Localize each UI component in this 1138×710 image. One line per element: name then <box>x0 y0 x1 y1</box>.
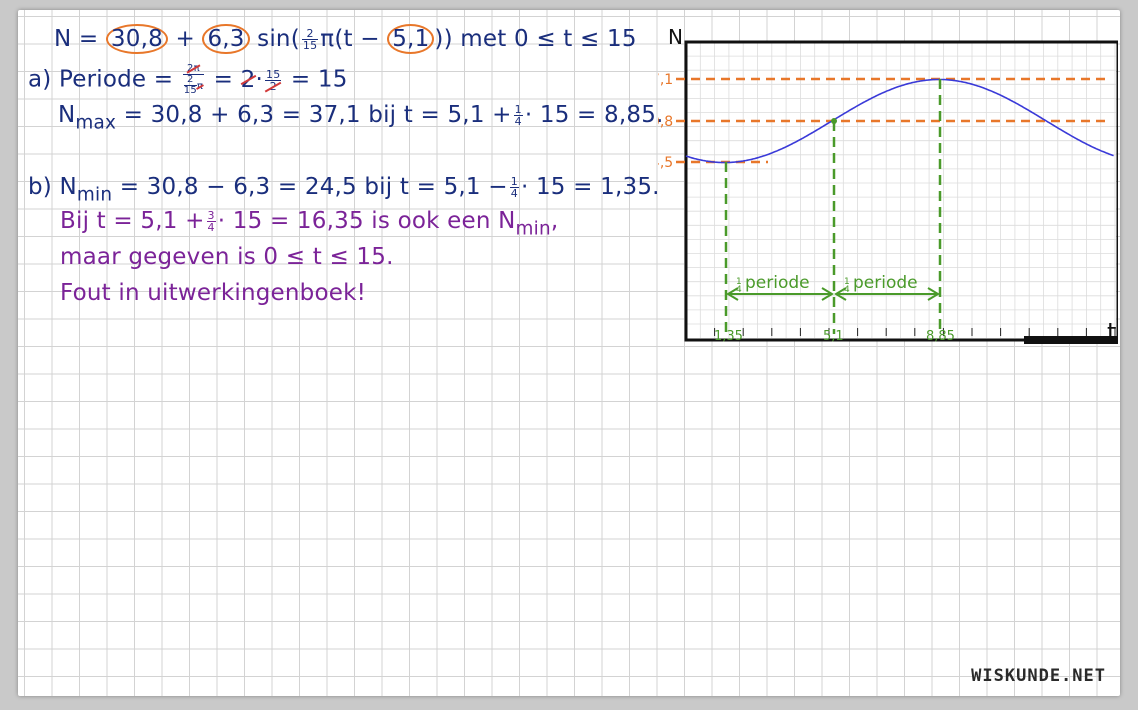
formula-met: met <box>460 26 507 52</box>
note-1-comma: , <box>550 208 559 234</box>
y-label-max: 37,1 <box>658 72 673 88</box>
frame-bottom-bar <box>1024 336 1118 344</box>
x-label-mid: 5,1 <box>823 329 844 344</box>
formula-pi-t: π(t − <box>320 26 380 52</box>
note-line-3: Fout in uitwerkingenboek! <box>60 280 367 306</box>
formula-domain: 0 ≤ t ≤ 15 <box>513 26 637 52</box>
note-line-1: Bij t = 5,1 +3 4 · 15 = 16,35 is ook een N… <box>60 208 558 239</box>
part-b-nmin-line: b) Nmin = 30,8 − 6,3 = 24,5 bij t = 5,1 … <box>28 174 660 205</box>
graph-svg: N t 37,1 30,8 24,5 <box>658 25 1118 346</box>
part-b-label: b) <box>28 174 52 200</box>
x-label-max: 8,85 <box>926 329 955 344</box>
formula-line: N = 30,8 + 6,3 sin(2 15 π(t − 5,1)) met 0 … <box>54 24 637 54</box>
nmin-tail: · 15 = 1,35. <box>520 174 660 200</box>
three-quarter-fraction: 34 <box>206 209 216 234</box>
formula-sin: sin( <box>257 26 300 52</box>
nmax-symbol: N <box>58 102 76 128</box>
quarter-fraction: 14 <box>513 103 523 128</box>
graph-fine-grid <box>686 42 1116 340</box>
period-fraction-2: 15 2 <box>265 67 282 93</box>
y-label-min: 24,5 <box>658 155 673 171</box>
note-1-sub: min <box>515 218 551 240</box>
period-frac-den-2: 4 <box>844 285 850 295</box>
formula-lhs: N = <box>54 26 99 52</box>
formula-a: 30,8 <box>105 24 168 54</box>
x-label-min: 1,35 <box>714 329 743 344</box>
period-result: = 15 <box>290 66 348 93</box>
y-axis-label: N <box>668 25 683 49</box>
formula-b: 6,3 <box>202 24 250 54</box>
formula-d: 5,1 <box>387 24 435 54</box>
x-axis-label: t <box>1107 318 1116 346</box>
period-label-2: periode <box>853 273 918 293</box>
sine-graph: N t 37,1 30,8 24,5 <box>658 18 1118 348</box>
note-1-end: · 15 = 16,35 is ook een N <box>217 208 516 234</box>
watermark: WISKUNDE.NET <box>971 666 1106 686</box>
nmax-tail: · 15 = 8,85. <box>524 102 664 128</box>
part-a-period-line: a) Periode = 2π 2 15 π = 2· 15 2 = 15 <box>28 64 348 96</box>
formula-fraction: 2 15 <box>301 27 319 52</box>
formula-close: )) <box>434 26 453 52</box>
part-a-label: a) <box>28 66 52 93</box>
note-line-2: maar gegeven is 0 ≤ t ≤ 15. <box>60 244 394 270</box>
period-eq: = <box>213 66 234 93</box>
nmax-calc: = 30,8 + 6,3 = 37,1 bij t = 5,1 + <box>123 102 512 128</box>
nmin-symbol: N <box>59 174 77 200</box>
midpoint-dot <box>831 118 837 124</box>
note-1-start: Bij t = 5,1 + <box>60 208 205 234</box>
y-label-mid: 30,8 <box>658 114 673 130</box>
nmin-calc: = 30,8 − 6,3 = 24,5 bij t = 5,1 − <box>119 174 508 200</box>
nmin-sub: min <box>76 184 113 206</box>
grid-board: N = 30,8 + 6,3 sin(2 15 π(t − 5,1)) met 0 … <box>18 10 1120 696</box>
periode-word: Periode = <box>58 66 174 93</box>
period-two: 2 <box>240 66 256 93</box>
nmax-sub: max <box>75 112 117 134</box>
period-label-1: periode <box>745 273 810 293</box>
period-fraction: 2π 2 15 π <box>182 63 205 96</box>
quarter-fraction-b: 14 <box>509 175 519 200</box>
period-dot: · <box>255 66 263 93</box>
period-frac-den-1: 4 <box>736 285 742 295</box>
part-a-nmax-line: Nmax = 30,8 + 6,3 = 37,1 bij t = 5,1 +1 4… <box>58 102 664 133</box>
formula-plus: + <box>175 26 195 52</box>
